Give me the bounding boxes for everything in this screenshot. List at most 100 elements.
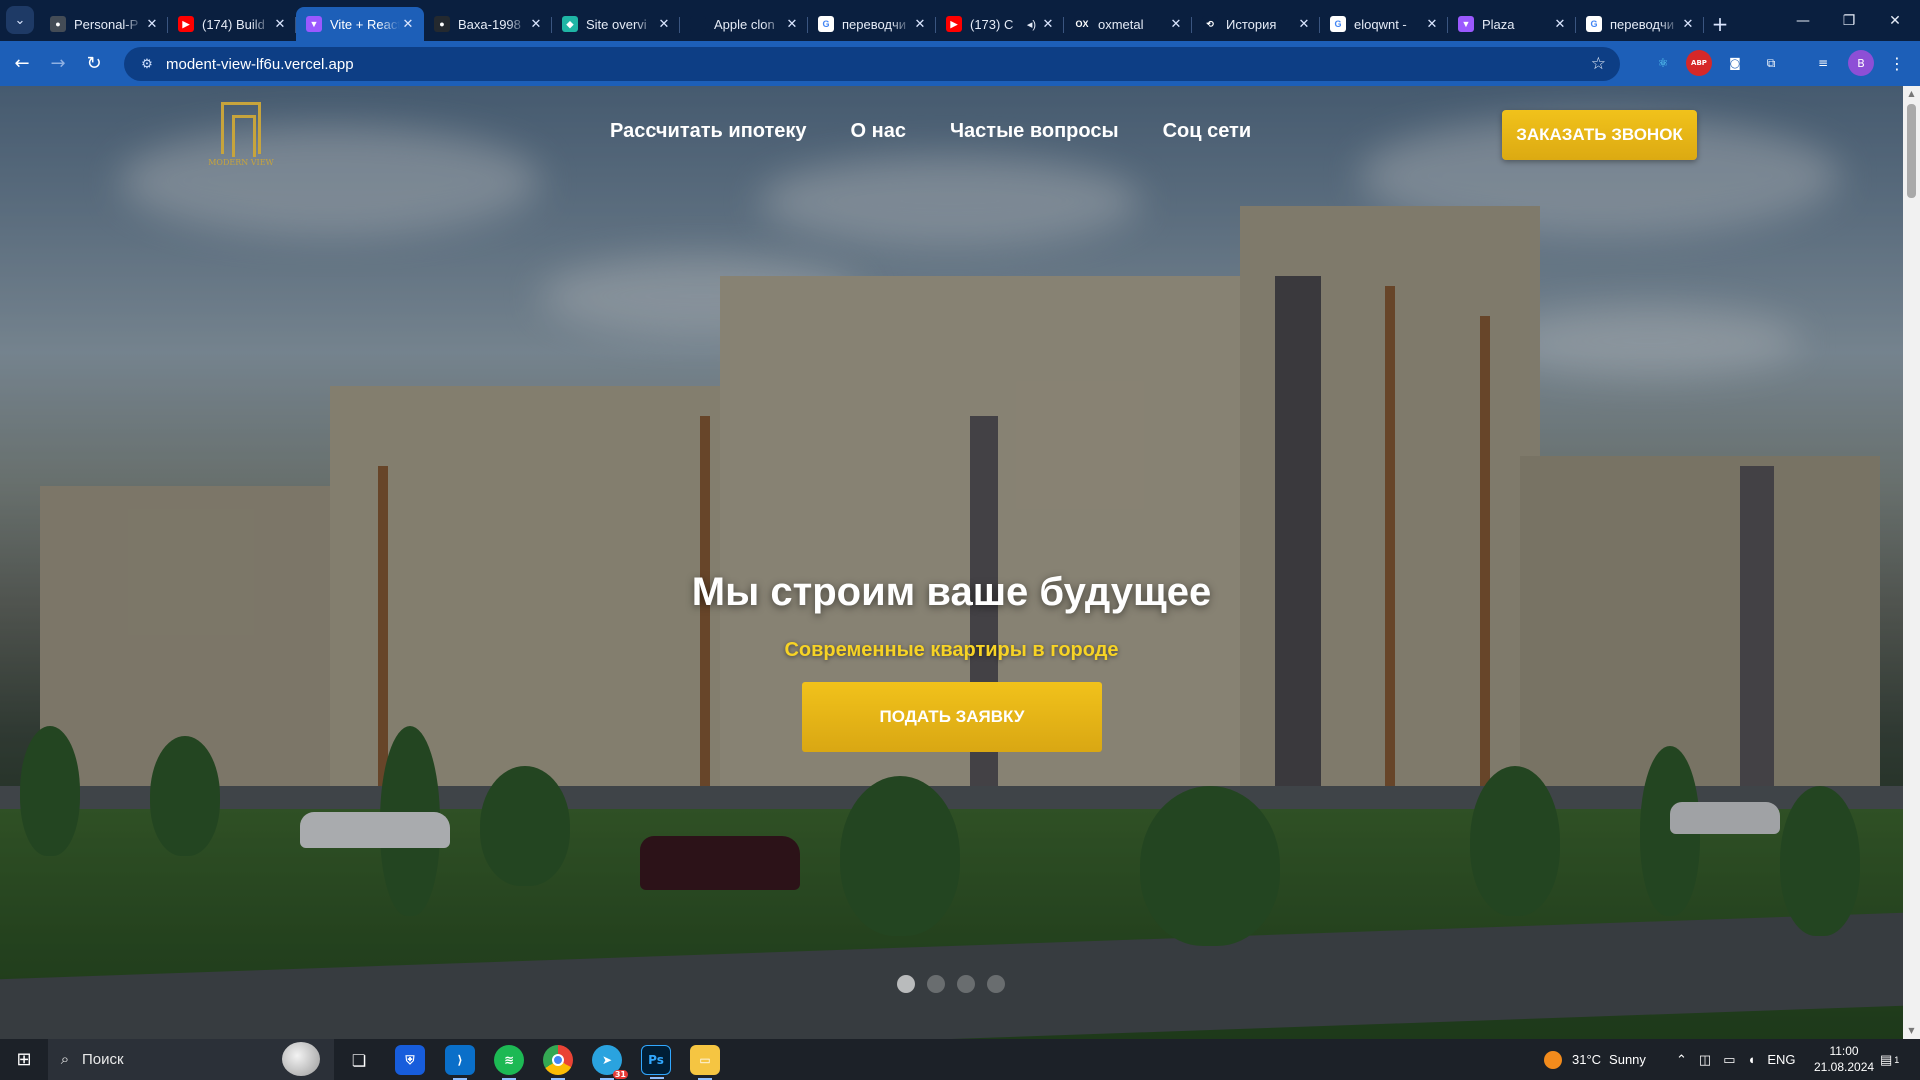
profile-avatar[interactable]: B — [1848, 50, 1874, 76]
github-icon: ● — [50, 16, 66, 32]
browser-tab[interactable]: Gпереводчи ✕ — [808, 7, 936, 41]
close-tab-icon[interactable]: ✕ — [528, 16, 544, 32]
close-tab-icon[interactable]: ✕ — [272, 16, 288, 32]
close-tab-icon[interactable]: ✕ — [784, 16, 800, 32]
browser-tab[interactable]: ◆ Site overvi ✕ — [552, 7, 680, 41]
media-icon[interactable]: ≡ — [1810, 50, 1836, 76]
telegram-icon[interactable]: ➤ 31 — [592, 1045, 628, 1080]
browser-tab[interactable]: ● Personal-P ✕ — [40, 7, 168, 41]
forward-icon[interactable]: → — [40, 46, 76, 82]
apple-icon — [690, 16, 706, 32]
scrollbar-thumb[interactable] — [1907, 104, 1916, 198]
close-tab-icon[interactable]: ✕ — [912, 16, 928, 32]
notifications-icon[interactable]: ▤ 1 — [1880, 1039, 1899, 1080]
weather-widget[interactable]: 31°C Sunny — [1544, 1039, 1646, 1080]
vscode-icon[interactable]: ⟩ — [445, 1045, 475, 1080]
spotify-icon[interactable]: ≋ — [494, 1045, 524, 1080]
notification-count: 1 — [1894, 1054, 1900, 1065]
back-icon[interactable]: ← — [4, 46, 40, 82]
tab-title: Apple clon — [714, 16, 775, 32]
nav-link-about[interactable]: О нас — [851, 120, 906, 143]
apply-button[interactable]: ПОДАТЬ ЗАЯВКУ — [802, 682, 1102, 752]
camera-icon[interactable]: ◙ — [1722, 50, 1748, 76]
close-tab-icon[interactable]: ✕ — [1552, 16, 1568, 32]
browser-tab[interactable]: ▼ Plaza ✕ — [1448, 7, 1576, 41]
weather-temp: 31°C — [1572, 1052, 1602, 1067]
menu-icon[interactable]: ⋮ — [1884, 50, 1910, 76]
nav-link-faq[interactable]: Частые вопросы — [950, 120, 1119, 143]
netlify-icon: ◆ — [562, 16, 578, 32]
extensions-icon[interactable]: ⧉ — [1758, 50, 1784, 76]
scroll-down-icon[interactable]: ▼ — [1903, 1023, 1920, 1039]
clock-time: 11:00 — [1829, 1044, 1859, 1058]
close-tab-icon[interactable]: ✕ — [400, 16, 416, 32]
slider-dot[interactable] — [897, 975, 915, 993]
adblock-icon[interactable]: ABP — [1686, 50, 1712, 76]
slider-dot[interactable] — [927, 975, 945, 993]
browser-tab[interactable]: ▼ Vite + React ✕ — [296, 7, 424, 41]
reload-icon[interactable]: ↻ — [76, 46, 112, 82]
windows-taskbar: ⊞ ⌕ Поиск ❏ ⛨ ⟩ ≋ ➤ 31 Ps ▭ 31°C Sunny ⌃ … — [0, 1039, 1920, 1080]
tab-title: Site overvi — [586, 16, 647, 32]
audio-playing-icon[interactable]: ◂) — [1027, 18, 1036, 31]
tab-search-icon[interactable]: ⌄ — [6, 6, 34, 34]
vite-icon: ▼ — [1458, 16, 1474, 32]
site-logo[interactable]: MODERN VIEW — [204, 102, 278, 180]
bookmark-star-icon[interactable]: ☆ — [1591, 54, 1606, 74]
slider-dot[interactable] — [987, 975, 1005, 993]
tab-title: Plaza — [1482, 16, 1515, 32]
react-devtools-icon[interactable]: ⚛ — [1650, 50, 1676, 76]
photoshop-icon[interactable]: Ps — [641, 1045, 671, 1079]
bitwarden-icon[interactable]: ⛨ — [395, 1045, 425, 1075]
volume-icon[interactable]: ◖ — [1748, 1052, 1756, 1067]
hero-headline: Мы строим ваше будущее — [691, 570, 1212, 614]
browser-tab[interactable]: Apple clon ✕ — [680, 7, 808, 41]
file-explorer-icon[interactable]: ▭ — [690, 1045, 720, 1080]
taskbar-clock[interactable]: 11:00 21.08.2024 — [1814, 1043, 1874, 1075]
restore-icon[interactable]: ❐ — [1826, 0, 1872, 41]
close-tab-icon[interactable]: ✕ — [1680, 16, 1696, 32]
search-highlight-image — [282, 1042, 320, 1076]
chrome-icon[interactable] — [543, 1045, 573, 1080]
order-call-button[interactable]: ЗАКАЗАТЬ ЗВОНОК — [1502, 110, 1697, 160]
windows-start-icon[interactable]: ⊞ — [0, 1039, 48, 1080]
close-window-icon[interactable]: ✕ — [1872, 0, 1918, 41]
slider-dot[interactable] — [957, 975, 975, 993]
google-icon: G — [1330, 16, 1346, 32]
vite-icon: ▼ — [306, 16, 322, 32]
telegram-badge: 31 — [612, 1070, 628, 1079]
close-tab-icon[interactable]: ✕ — [1424, 16, 1440, 32]
browser-tab[interactable]: Gпереводчи ✕ — [1576, 7, 1704, 41]
browser-tab[interactable]: ● Baxa-1998 ✕ — [424, 7, 552, 41]
browser-tab[interactable]: OX oxmetal ✕ — [1064, 7, 1192, 41]
url-text[interactable]: modent-view-lf6u.vercel.app — [166, 56, 354, 73]
tab-title: Baxa-1998 — [458, 16, 521, 32]
taskbar-search[interactable]: ⌕ Поиск — [48, 1039, 334, 1080]
close-tab-icon[interactable]: ✕ — [144, 16, 160, 32]
close-tab-icon[interactable]: ✕ — [1168, 16, 1184, 32]
tray-overflow-icon[interactable]: ⌃ — [1676, 1052, 1687, 1068]
youtube-icon: ▶ — [946, 16, 962, 32]
scroll-up-icon[interactable]: ▲ — [1903, 86, 1920, 102]
task-view-icon[interactable]: ❏ — [344, 1045, 374, 1075]
nav-link-social[interactable]: Соц сети — [1163, 120, 1252, 143]
browser-tab[interactable]: ▶ (174) Build ✕ — [168, 7, 296, 41]
close-tab-icon[interactable]: ✕ — [656, 16, 672, 32]
network-icon[interactable]: ▭ — [1723, 1052, 1735, 1068]
tab-title: переводчи — [842, 16, 907, 32]
new-tab-button[interactable]: + — [1704, 7, 1736, 41]
meet-icon[interactable]: ◫ — [1699, 1052, 1711, 1068]
page-scrollbar[interactable]: ▲ ▼ — [1903, 86, 1920, 1039]
close-tab-icon[interactable]: ✕ — [1040, 16, 1056, 32]
site-info-icon[interactable]: ⚙ — [134, 56, 160, 72]
tab-title: переводчи — [1610, 16, 1675, 32]
language-indicator[interactable]: ENG — [1767, 1052, 1795, 1067]
minimize-icon[interactable]: — — [1780, 0, 1826, 41]
nav-link-mortgage[interactable]: Рассчитать ипотеку — [610, 120, 807, 143]
address-bar[interactable]: ⚙ modent-view-lf6u.vercel.app ☆ — [124, 47, 1620, 81]
close-tab-icon[interactable]: ✕ — [1296, 16, 1312, 32]
page-viewport: MODERN VIEW Рассчитать ипотеку О нас Час… — [0, 86, 1903, 1039]
browser-tab[interactable]: ▶ (173) C ◂) ✕ — [936, 7, 1064, 41]
browser-tab[interactable]: Geloqwnt - ✕ — [1320, 7, 1448, 41]
browser-tab[interactable]: ⟲ История ✕ — [1192, 7, 1320, 41]
